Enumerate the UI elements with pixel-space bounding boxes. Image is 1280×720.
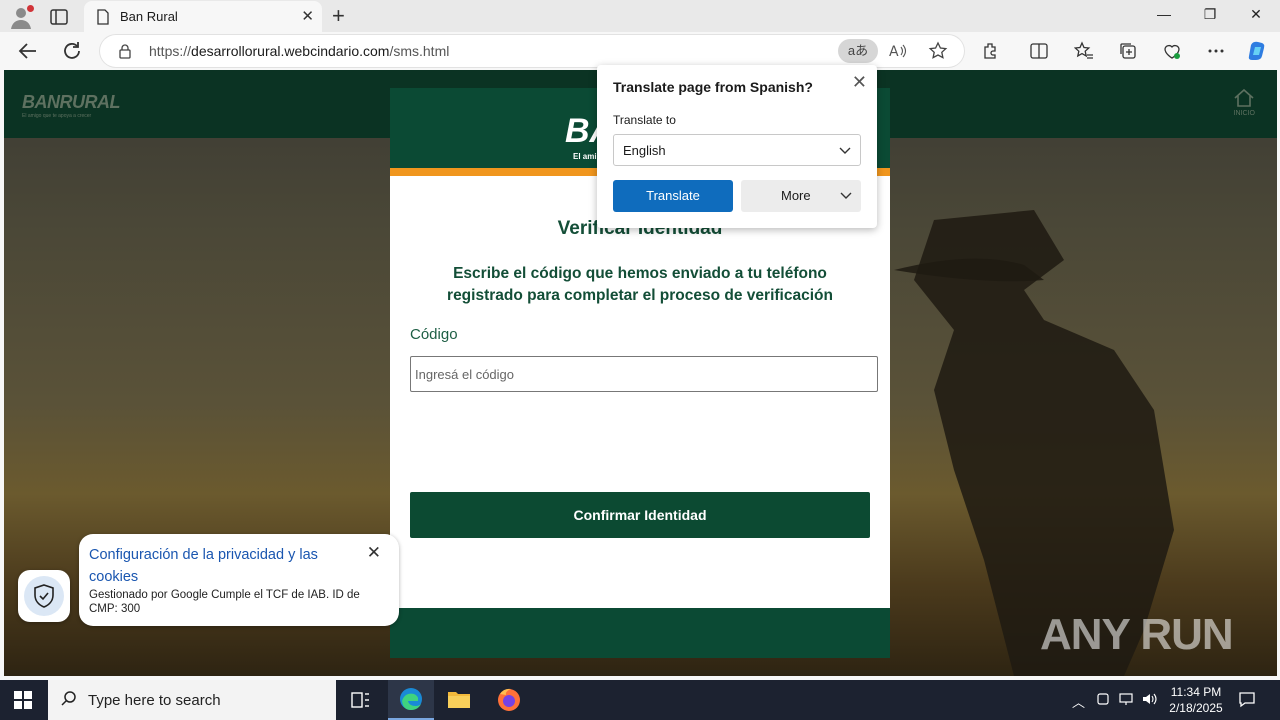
translate-button[interactable]: Translate — [613, 180, 733, 212]
taskbar-search[interactable]: Type here to search — [48, 680, 336, 720]
svg-text:A: A — [889, 44, 899, 60]
more-button[interactable]: More — [741, 180, 861, 212]
search-icon — [60, 690, 78, 712]
shield-icon — [34, 584, 54, 608]
language-select[interactable]: English — [613, 134, 861, 166]
search-placeholder: Type here to search — [88, 692, 221, 709]
restore-icon[interactable]: ❐ — [1200, 6, 1220, 23]
title-bar: Ban Rural ✕ + — ❐ ✕ — [0, 0, 1280, 32]
card-footer — [390, 608, 890, 658]
more-button-label: More — [781, 188, 811, 203]
browser-tab[interactable]: Ban Rural ✕ — [84, 1, 322, 32]
firefox-icon[interactable] — [486, 680, 532, 720]
back-icon[interactable] — [16, 39, 40, 63]
favorite-star-icon[interactable] — [928, 41, 948, 61]
instructions-text: Escribe el código que hemos enviado a tu… — [447, 265, 833, 304]
chevron-up-icon[interactable]: ︿ — [1072, 692, 1085, 711]
more-menu-icon[interactable] — [1206, 41, 1226, 61]
network-icon[interactable] — [1119, 692, 1135, 709]
chevron-down-icon — [840, 192, 852, 199]
profile-avatar-icon[interactable] — [8, 4, 34, 30]
address-bar[interactable]: https://desarrollorural.webcindario.com/… — [100, 35, 964, 67]
browser-essentials-icon[interactable] — [1162, 41, 1182, 61]
taskbar: Type here to search ︿ 11:34 PM 2/18/2025 — [0, 680, 1280, 720]
extensions-icon[interactable] — [981, 41, 1001, 61]
home-label: INICIO — [1233, 110, 1255, 117]
collections-icon[interactable] — [1118, 41, 1138, 61]
cookie-title[interactable]: Configuración de la privacidad y las coo… — [89, 544, 349, 588]
close-icon[interactable]: ✕ — [852, 73, 867, 91]
code-label: Código — [410, 326, 458, 343]
favorites-icon[interactable] — [1073, 41, 1094, 61]
split-screen-icon[interactable] — [1029, 41, 1049, 61]
chevron-down-icon — [839, 147, 851, 154]
translate-popup: Translate page from Spanish? ✕ Translate… — [597, 65, 877, 228]
tab-title: Ban Rural — [120, 9, 178, 24]
anyrun-watermark: ANY RUN — [1040, 610, 1234, 659]
clock-time: 11:34 PM — [1170, 685, 1222, 699]
file-explorer-icon[interactable] — [436, 680, 482, 720]
clock-date: 2/18/2025 — [1169, 701, 1223, 715]
privacy-shield-button[interactable] — [18, 570, 70, 622]
refresh-icon[interactable] — [60, 39, 84, 63]
background-silhouette — [894, 210, 1174, 676]
task-view-icon[interactable] — [337, 680, 383, 720]
system-clock[interactable]: 11:34 PM 2/18/2025 — [1160, 684, 1232, 716]
cookie-text: Gestionado por Google Cumple el TCF de I… — [89, 589, 360, 615]
close-window-icon[interactable]: ✕ — [1246, 6, 1266, 23]
code-input[interactable] — [410, 356, 878, 392]
selected-language: English — [623, 143, 666, 158]
notification-icon[interactable] — [1238, 690, 1256, 713]
site-logo[interactable]: BANRURAL El amigo que te apoya a crecer — [22, 92, 121, 119]
lock-icon[interactable] — [118, 43, 132, 64]
translate-to-label: Translate to — [613, 113, 676, 127]
volume-icon[interactable] — [1142, 692, 1158, 709]
windows-start-icon[interactable] — [14, 691, 32, 714]
translate-icon[interactable]: aあ — [838, 39, 878, 63]
meet-now-icon[interactable] — [1096, 692, 1110, 709]
confirm-identity-button[interactable]: Confirmar Identidad — [410, 492, 870, 538]
close-tab-icon[interactable]: ✕ — [301, 9, 314, 24]
copilot-icon[interactable] — [1246, 39, 1266, 60]
edge-taskbar-icon[interactable] — [388, 680, 434, 720]
minimize-icon[interactable]: — — [1154, 6, 1174, 22]
url-text[interactable]: https://desarrollorural.webcindario.com/… — [149, 43, 449, 59]
cookie-consent-popup: Configuración de la privacidad y las coo… — [79, 534, 399, 626]
new-tab-icon[interactable]: + — [332, 5, 345, 27]
read-aloud-icon[interactable]: A — [888, 41, 908, 61]
tab-actions-icon[interactable] — [48, 6, 70, 28]
translate-popup-title: Translate page from Spanish? — [613, 79, 813, 95]
page-icon — [96, 9, 110, 30]
close-icon[interactable]: ✕ — [367, 544, 381, 561]
